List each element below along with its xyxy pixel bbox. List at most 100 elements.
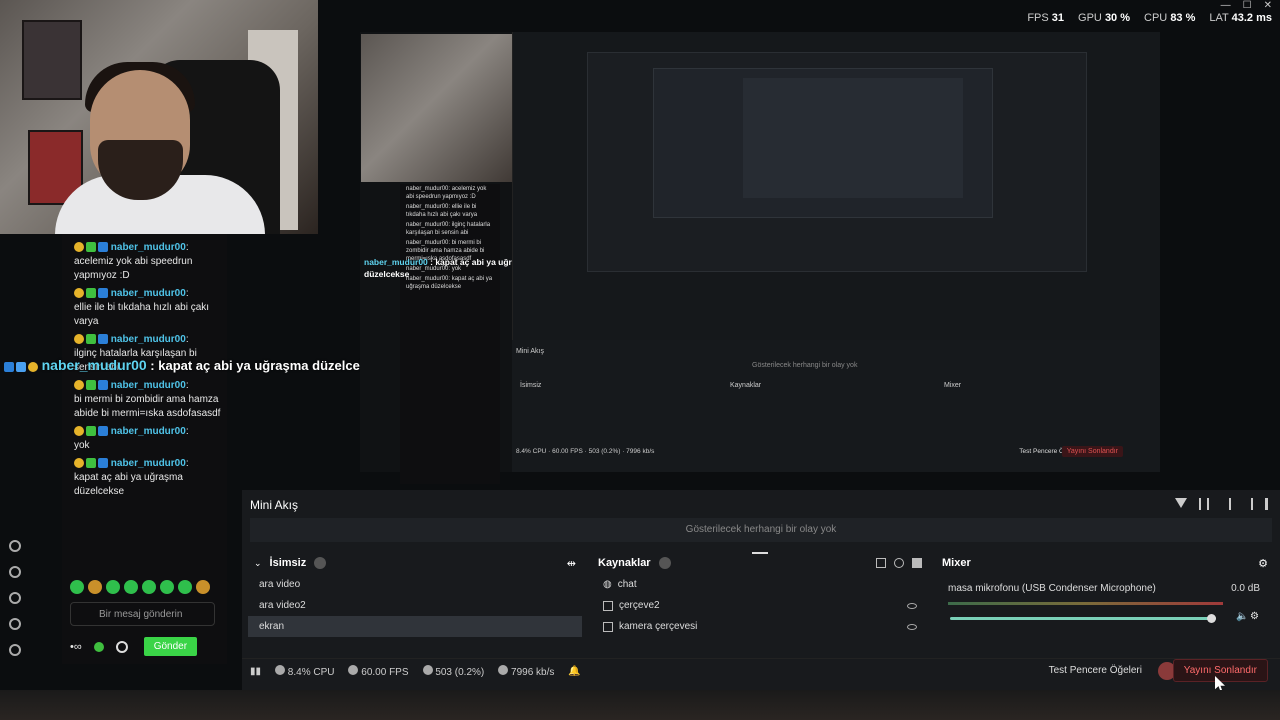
chat-actions: •∞ Gönder — [70, 637, 198, 656]
scenes-header: ⌄ İsimsiz ⇹ — [248, 552, 582, 574]
emote-icon[interactable] — [70, 580, 84, 594]
bottom-floor — [0, 690, 1280, 720]
add-scene-icon[interactable] — [314, 557, 327, 569]
test-widgets-label[interactable]: Test Pencere Öğeleri — [1049, 665, 1142, 676]
bell-icon[interactable]: 🔔 — [568, 666, 580, 677]
emote-icon[interactable] — [124, 580, 138, 594]
chat-username[interactable]: naber_mudur00 — [111, 426, 186, 437]
image-icon — [603, 600, 613, 611]
screen-icon[interactable] — [876, 558, 886, 568]
chat-username[interactable]: naber_mudur00 — [111, 458, 186, 469]
badge-icons — [74, 242, 108, 253]
skip-icon[interactable] — [1221, 498, 1231, 510]
emote-icon[interactable] — [142, 580, 156, 594]
mini-feed-title: Mini Akış — [250, 498, 299, 512]
preview-status: 8.4% CPU · 60.00 FPS · 503 (0.2%) · 7996… — [516, 448, 655, 455]
badge-icon[interactable] — [93, 641, 104, 652]
fps-status: 60.00 FPS — [348, 665, 409, 678]
audio-gear-icon[interactable]: ⚙ — [1250, 611, 1259, 622]
chat-username[interactable]: naber_mudur00 — [111, 334, 186, 345]
speaker-icon[interactable]: 🔈 — [1236, 611, 1248, 622]
badge-icons — [74, 288, 108, 299]
scene-collection-title[interactable]: İsimsiz — [270, 557, 307, 569]
preview-nested-screen — [512, 32, 1160, 372]
bitrate-status: 7996 kb/s — [498, 665, 554, 678]
chat-text: yok — [74, 440, 90, 451]
minimize-icon[interactable]: — — [1221, 0, 1231, 11]
sources-title: Kaynaklar — [598, 557, 651, 569]
split-icon[interactable]: ⇹ — [567, 557, 576, 570]
lat-stat: LAT 43.2 ms — [1209, 12, 1272, 24]
close-icon[interactable]: ✕ — [1264, 0, 1272, 11]
emote-icon[interactable] — [106, 580, 120, 594]
emote-icon[interactable] — [178, 580, 192, 594]
settings-shortcut-icon[interactable] — [9, 566, 21, 578]
source-item[interactable]: kamera çerçevesi — [592, 616, 928, 637]
scene-item[interactable]: ara video2 — [248, 595, 582, 616]
mixer-device-name: masa mikrofonu (USB Condenser Microphone… — [948, 583, 1156, 594]
scene-item-selected[interactable]: ekran — [248, 616, 582, 637]
image-icon — [603, 621, 613, 632]
end-stream-button[interactable]: Yayını Sonlandır — [1172, 659, 1268, 682]
badge-icons — [74, 426, 108, 437]
hidden-eye-icon[interactable] — [907, 602, 917, 609]
nested-screen-4 — [743, 78, 963, 198]
chat-username[interactable]: naber_mudur00 — [111, 242, 186, 253]
emote-icon[interactable] — [160, 580, 174, 594]
chat-message: naber_mudur00: bi mermi bi zombidir ama … — [74, 380, 221, 419]
source-item[interactable]: ◍ chat — [592, 574, 928, 595]
stats-chart-icon[interactable]: ▮▮ — [250, 666, 261, 677]
hidden-eye-icon[interactable] — [907, 623, 917, 630]
scene-item[interactable]: ara video — [248, 574, 582, 595]
cpu-stat: CPU 83 % — [1144, 12, 1196, 24]
chevron-down-icon[interactable]: ⌄ — [254, 558, 262, 569]
emote-icon[interactable] — [196, 580, 210, 594]
chat-overlay-caption: naber_mudur00 : kapat aç abi ya uğraşma … — [4, 356, 382, 375]
source-tools — [876, 558, 922, 568]
mini-feed-controls — [1175, 498, 1268, 510]
help-icon[interactable] — [9, 592, 21, 604]
chat-text: acelemiz yok abi speedrun yapmıyoz :D — [74, 256, 193, 281]
chat-panel: naber_mudur00: acelemiz yok abi speedrun… — [62, 234, 227, 664]
mixer-panel: Mixer ⚙ — [936, 552, 1274, 647]
left-rail — [0, 540, 30, 670]
source-item[interactable]: çerçeve2 — [592, 595, 928, 616]
stream-preview: naber_mudur00: acelemiz yok abi speedrun… — [360, 32, 1160, 484]
studio-dock: Mini Akış Gösterilecek herhangi bir olay… — [242, 490, 1280, 690]
gear-icon[interactable] — [9, 618, 21, 630]
volume-slider-knob[interactable] — [1206, 614, 1216, 623]
chat-message: naber_mudur00: acelemiz yok abi speedrun… — [62, 240, 227, 286]
widget-icon[interactable] — [9, 540, 21, 552]
more-icon[interactable] — [1265, 498, 1268, 510]
caption-text: : kapat aç abi ya uğraşma düzelcekse — [150, 358, 382, 373]
user-icon[interactable] — [9, 644, 21, 656]
chat-username[interactable]: naber_mudur00 — [111, 380, 186, 391]
settings-icon[interactable] — [115, 640, 128, 653]
points-icon[interactable]: •∞ — [70, 641, 82, 653]
badge-icons — [74, 458, 108, 469]
chat-message: naber_mudur00: yok — [62, 424, 227, 456]
filter-icon[interactable] — [1175, 498, 1187, 508]
chat-text: kapat aç abi ya uğraşma düzelcekse — [74, 472, 183, 497]
chat-text: bi mermi bi zombidir ama hamza abide bi … — [74, 394, 221, 419]
add-source-icon[interactable] — [658, 557, 671, 569]
sources-panel: Kaynaklar ◍ chat çerçeve2 kamera çerçeves… — [592, 552, 928, 647]
scenes-panel: ⌄ İsimsiz ⇹ ara video ara video2 ekran — [248, 552, 582, 647]
chat-input[interactable]: Bir mesaj gönderin — [70, 602, 215, 626]
chat-username[interactable]: naber_mudur00 — [111, 288, 186, 299]
pause-icon[interactable] — [1199, 498, 1209, 510]
mixer-db-value: 0.0 dB — [1231, 583, 1260, 594]
folder-icon[interactable] — [912, 558, 922, 568]
send-button[interactable]: Gönder — [143, 637, 198, 656]
volume-slider[interactable] — [950, 614, 1216, 623]
window-controls: — ☐ ✕ — [1221, 0, 1272, 11]
audio-level-meter — [948, 602, 1223, 605]
emote-icon[interactable] — [88, 580, 102, 594]
mixer-settings-icon[interactable]: ⚙ — [1258, 557, 1268, 570]
badge-icons — [74, 380, 108, 391]
audio-icon[interactable] — [894, 558, 904, 568]
chat-message: naber_mudur00: ellie ile bi tıkdaha hızl… — [62, 286, 227, 332]
globe-icon: ◍ — [603, 579, 612, 590]
maximize-icon[interactable]: ☐ — [1243, 0, 1252, 11]
mute-alerts-icon[interactable] — [1243, 498, 1253, 510]
